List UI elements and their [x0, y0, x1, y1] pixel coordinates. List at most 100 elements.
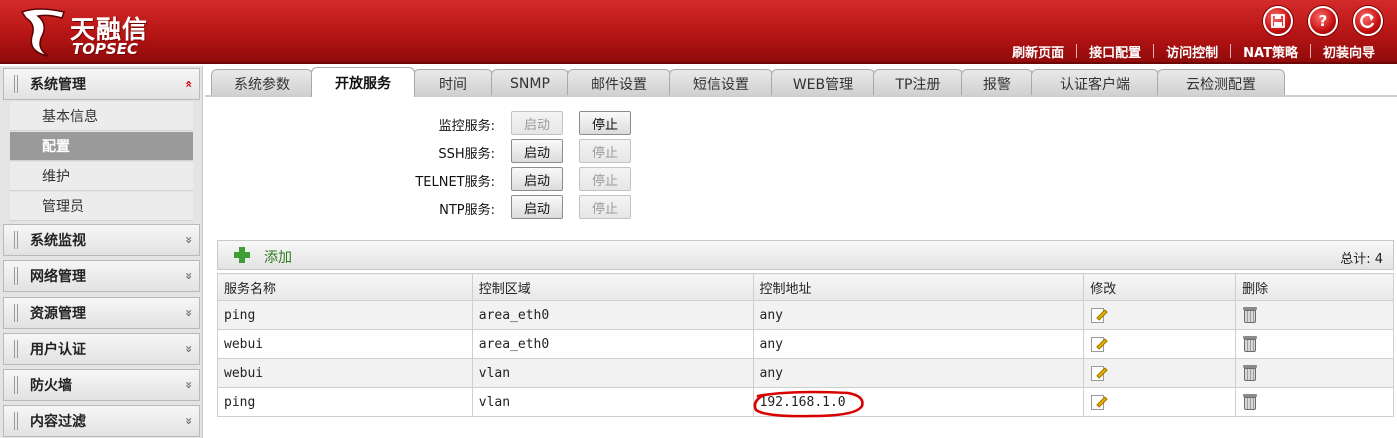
- nav-refresh-page[interactable]: 刷新页面: [1000, 42, 1076, 61]
- column-header-control-zone: 控制区域: [471, 273, 754, 301]
- sidebar-group-system-management[interactable]: 系统管理 «: [3, 68, 200, 100]
- save-icon[interactable]: [1263, 6, 1293, 36]
- cell-control-zone: area_eth0: [471, 329, 754, 359]
- trash-icon[interactable]: [1242, 364, 1258, 382]
- cell-edit: [1083, 358, 1237, 388]
- sidebar-item-label: 维护: [42, 169, 70, 185]
- sidebar-group-content-filter[interactable]: 内容过滤 »: [3, 405, 200, 437]
- chevron-down-icon[interactable]: »: [182, 411, 196, 431]
- ntp-stop-button[interactable]: 停止: [579, 195, 631, 219]
- sidebar-group-system-monitor[interactable]: 系统监视 »: [3, 224, 200, 256]
- cell-delete: [1235, 358, 1394, 388]
- add-button[interactable]: 添加: [264, 247, 292, 267]
- cell-service-name: ping: [217, 387, 473, 417]
- grip-icon: [14, 340, 20, 358]
- nav-interface-config[interactable]: 接口配置: [1077, 42, 1153, 61]
- sidebar-item-basic-info[interactable]: 基本信息: [10, 102, 193, 131]
- sidebar-item-maintenance[interactable]: 维护: [10, 162, 193, 191]
- tab-bar: 系统参数 开放服务 时间 SNMP 邮件设置 短信设置 WEB管理 TP注册 报…: [205, 66, 1397, 97]
- tab-tp-register[interactable]: TP注册: [873, 69, 963, 97]
- tab-cloud-detect-config[interactable]: 云检测配置: [1157, 69, 1285, 97]
- sidebar-group-network-management[interactable]: 网络管理 »: [3, 260, 200, 292]
- chevron-down-icon[interactable]: »: [182, 339, 196, 359]
- cell-service-name: webui: [217, 329, 473, 359]
- column-header-edit: 修改: [1083, 273, 1237, 301]
- sidebar-group-label: 系统管理: [30, 77, 86, 93]
- grip-icon: [14, 412, 20, 430]
- logo-text-en: TOPSEC: [72, 40, 139, 58]
- cell-delete: [1235, 329, 1394, 359]
- column-header-delete: 删除: [1235, 273, 1394, 301]
- tab-open-services[interactable]: 开放服务: [311, 67, 415, 97]
- tab-web-management[interactable]: WEB管理: [771, 69, 875, 97]
- total-count: 总计: 4: [1340, 252, 1383, 267]
- tab-snmp[interactable]: SNMP: [491, 69, 569, 97]
- tab-mail-settings[interactable]: 邮件设置: [567, 69, 671, 97]
- telnet-stop-button[interactable]: 停止: [579, 167, 631, 191]
- table-header-row: 服务名称 控制区域 控制地址 修改 删除: [217, 273, 1394, 301]
- sidebar: 系统管理 « 基本信息 配置 维护 管理员 系统监视 » 网络管理 » 资源管理…: [0, 66, 203, 438]
- chevron-down-icon[interactable]: »: [182, 375, 196, 395]
- sidebar-group-firewall[interactable]: 防火墙 »: [3, 369, 200, 401]
- app-header: 天融信 TOPSEC ? 刷新页面 接口配置 访问控制 NAT策略 初装向导: [0, 0, 1397, 64]
- sidebar-item-label: 配置: [42, 139, 70, 155]
- cell-edit: [1083, 329, 1237, 359]
- help-icon[interactable]: ?: [1308, 6, 1338, 36]
- sidebar-group-label: 用户认证: [30, 342, 86, 358]
- edit-icon[interactable]: [1090, 364, 1108, 382]
- edit-icon[interactable]: [1090, 306, 1108, 324]
- tab-sms-settings[interactable]: 短信设置: [669, 69, 773, 97]
- trash-icon[interactable]: [1242, 335, 1258, 353]
- table-row: ping area_eth0 any: [217, 300, 1394, 330]
- monitor-service-label: 监控服务:: [438, 119, 495, 134]
- add-icon[interactable]: [233, 246, 251, 264]
- quick-nav: 刷新页面 接口配置 访问控制 NAT策略 初装向导: [1000, 40, 1387, 62]
- ssh-stop-button[interactable]: 停止: [579, 139, 631, 163]
- cell-edit: [1083, 300, 1237, 330]
- cell-control-zone: vlan: [471, 387, 754, 417]
- edit-icon[interactable]: [1090, 393, 1108, 411]
- cell-control-zone: vlan: [471, 358, 754, 388]
- sidebar-group-resource-management[interactable]: 资源管理 »: [3, 297, 200, 329]
- telnet-service-label: TELNET服务:: [415, 175, 495, 190]
- sidebar-group-user-auth[interactable]: 用户认证 »: [3, 333, 200, 365]
- topsec-logo: 天融信 TOPSEC: [18, 6, 178, 58]
- trash-icon[interactable]: [1242, 306, 1258, 324]
- table-row: webui vlan any: [217, 358, 1394, 388]
- tab-system-params[interactable]: 系统参数: [211, 69, 313, 97]
- sidebar-item-config[interactable]: 配置: [10, 132, 193, 161]
- cell-control-zone: area_eth0: [471, 300, 754, 330]
- tab-auth-client[interactable]: 认证客户端: [1031, 69, 1159, 97]
- tab-alarm[interactable]: 报警: [961, 69, 1033, 97]
- ssh-service-label: SSH服务:: [438, 147, 495, 162]
- cell-service-name: ping: [217, 300, 473, 330]
- cell-delete: [1235, 387, 1394, 417]
- ntp-start-button[interactable]: 启动: [511, 195, 563, 219]
- sidebar-group-label: 网络管理: [30, 269, 86, 285]
- monitor-start-button[interactable]: 启动: [511, 111, 563, 135]
- column-header-service-name: 服务名称: [217, 273, 473, 301]
- grip-icon: [14, 75, 20, 93]
- nav-setup-wizard[interactable]: 初装向导: [1311, 42, 1387, 61]
- edit-icon[interactable]: [1090, 335, 1108, 353]
- chevron-down-icon[interactable]: »: [182, 230, 196, 250]
- trash-icon[interactable]: [1242, 393, 1258, 411]
- nav-nat-policy[interactable]: NAT策略: [1231, 42, 1310, 61]
- cell-control-address: any: [752, 300, 1085, 330]
- grip-icon: [14, 231, 20, 249]
- chevron-up-icon[interactable]: «: [182, 74, 196, 94]
- cell-delete: [1235, 300, 1394, 330]
- nav-access-control[interactable]: 访问控制: [1154, 42, 1230, 61]
- sidebar-item-administrators[interactable]: 管理员: [10, 192, 193, 221]
- logout-icon[interactable]: [1353, 6, 1383, 36]
- cell-control-address: any: [752, 329, 1085, 359]
- ntp-service-label: NTP服务:: [439, 203, 495, 218]
- monitor-stop-button[interactable]: 停止: [579, 111, 631, 135]
- tab-time[interactable]: 时间: [413, 69, 493, 97]
- chevron-down-icon[interactable]: »: [182, 303, 196, 323]
- telnet-start-button[interactable]: 启动: [511, 167, 563, 191]
- sidebar-item-label: 管理员: [42, 199, 84, 215]
- ssh-start-button[interactable]: 启动: [511, 139, 563, 163]
- sidebar-item-label: 基本信息: [42, 109, 98, 125]
- chevron-down-icon[interactable]: »: [182, 266, 196, 286]
